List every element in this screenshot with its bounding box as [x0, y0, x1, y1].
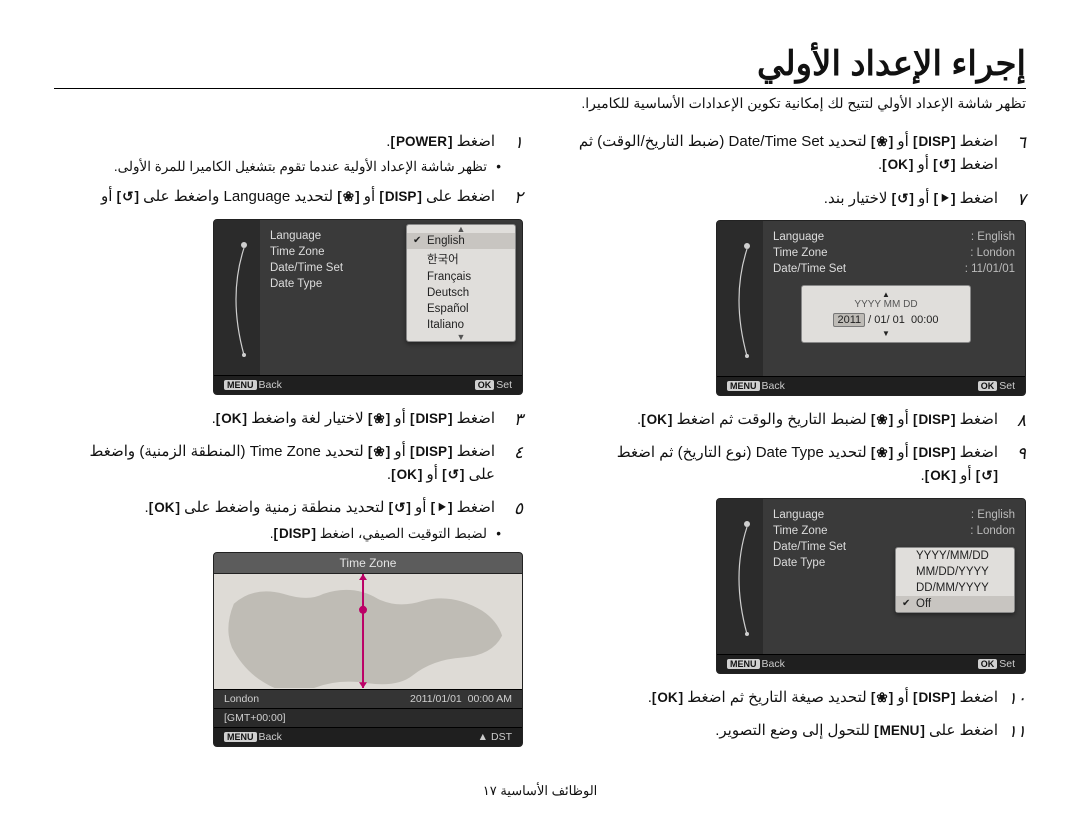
step-1: ١ اضغط POWER.	[54, 130, 523, 153]
frame2-row: Date/Time Set: 11/01/01	[773, 261, 1015, 277]
steps-right: ١ اضغط POWER. تظهر شاشة الإعداد الأولية …	[54, 130, 523, 747]
frame3-row: Time Zone: London	[773, 523, 1015, 539]
tz-footer: MENUBack ▲ DST	[214, 727, 522, 746]
step-4: ٤ اضغط DISP أو ❀ لتحديد Time Zone (المنط…	[54, 440, 523, 487]
dd-item[interactable]: DD/MM/YYYY	[896, 580, 1014, 596]
dd-item[interactable]: Français	[407, 269, 515, 285]
page-footer: الوظائف الأساسية ١٧	[0, 783, 1080, 799]
column-right: ١ اضغط POWER. تظهر شاشة الإعداد الأولية …	[54, 130, 523, 757]
step-5-note: لضبط التوقيت الصيفي، اضغط DISP.	[54, 526, 523, 542]
language-dropdown[interactable]: ▲ English 한국어 Français Deutsch Español I…	[406, 224, 516, 342]
step-11: ١١ اضغط على MENU للتحول إلى وضع التصوير.	[557, 719, 1026, 742]
datetype-dropdown[interactable]: YYYY/MM/DD MM/DD/YYYY DD/MM/YYYY Off	[895, 547, 1015, 613]
step-1-note: تظهر شاشة الإعداد الأولية عندما تقوم بتش…	[54, 159, 523, 175]
step-5: ٥ اضغط ⯈ أو ↺ لتحديد منطقة زمنية واضغط ع…	[54, 496, 523, 519]
step-7: ٧ اضغط ⯈ أو ↺ لاختيار بند.	[557, 187, 1026, 210]
timer-button: ↺	[117, 187, 139, 208]
step-2: ٢ اضغط على DISP أو ❀ لتحديد Language واض…	[54, 185, 523, 208]
dd-item[interactable]: MM/DD/YYYY	[896, 564, 1014, 580]
dd-item[interactable]: Deutsch	[407, 285, 515, 301]
two-column-layout: ١ اضغط POWER. تظهر شاشة الإعداد الأولية …	[54, 130, 1026, 757]
frame3-row: Language: English	[773, 507, 1015, 523]
title-rule	[54, 88, 1026, 89]
dd-item[interactable]: Español	[407, 301, 515, 317]
page-title: إجراء الإعداد الأولي	[54, 44, 1026, 84]
ui-frame-datetype: Language: English Time Zone: London Date…	[716, 498, 1026, 674]
tz-map	[214, 574, 522, 689]
tz-info: London 2011/01/01 00:00 AM	[214, 689, 522, 708]
page-subtitle: تظهر شاشة الإعداد الأولي لتتيح لك إمكاني…	[54, 95, 1026, 112]
step-8: ٨ اضغط DISP أو ❀ لضبط التاريخ والوقت ثم …	[557, 408, 1026, 431]
frame-side-icon	[214, 220, 260, 375]
dd-item[interactable]: YYYY/MM/DD	[896, 548, 1014, 564]
column-left: ٦ اضغط DISP أو ❀ لتحديد Date/Time Set (ض…	[557, 130, 1026, 757]
step-6: ٦ اضغط DISP أو ❀ لتحديد Date/Time Set (ض…	[557, 130, 1026, 177]
frame2-row: Time Zone: London	[773, 245, 1015, 261]
dd-item[interactable]: 한국어	[407, 249, 515, 269]
flower-button: ❀	[337, 187, 359, 208]
ui-frame-timezone: Time Zone London	[213, 552, 523, 747]
manual-page: إجراء الإعداد الأولي تظهر شاشة الإعداد ا…	[0, 0, 1080, 815]
tz-title: Time Zone	[214, 553, 522, 574]
ui-frame-datetime: Language: English Time Zone: London Date…	[716, 220, 1026, 396]
step-3: ٣ اضغط DISP أو ❀ لاختيار لغة واضغط OK.	[54, 407, 523, 430]
datetime-spinner[interactable]: ▲ YYYY MM DD 2011 / 01/ 01 00:00 ▼	[801, 285, 971, 343]
steps-left: ٦ اضغط DISP أو ❀ لتحديد Date/Time Set (ض…	[557, 130, 1026, 742]
dd-item[interactable]: English	[407, 233, 515, 249]
tz-gmt: [GMT+00:00]	[214, 708, 522, 727]
frame2-row: Language: English	[773, 229, 1015, 245]
step-10: ١٠ اضغط DISP أو ❀ لتحديد صيغة التاريخ ثم…	[557, 686, 1026, 709]
power-button-label: POWER	[390, 132, 452, 153]
dd-item[interactable]: Off	[896, 596, 1014, 612]
frame-footer: MENUBack OKSet	[214, 375, 522, 394]
dd-item[interactable]: Italiano	[407, 317, 515, 333]
disp-button: DISP	[379, 187, 422, 208]
frame-list: Language: English Time Zone: London Date…	[260, 220, 522, 375]
step-9: ٩ اضغط DISP أو ❀ لتحديد Date Type (نوع ا…	[557, 441, 1026, 488]
ui-frame-language: Language: English Time Zone: London Date…	[213, 219, 523, 395]
